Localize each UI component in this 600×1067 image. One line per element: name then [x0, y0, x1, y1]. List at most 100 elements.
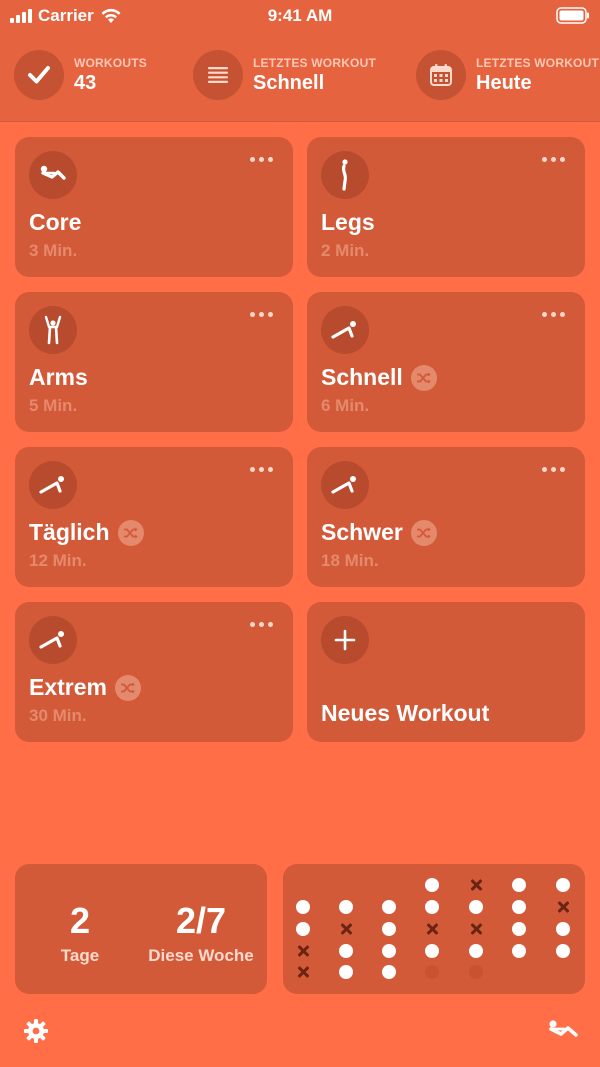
stats-header: WORKOUTS 43 LETZTES WORKOUT Schnell LETZ… [0, 32, 600, 122]
workout-day-dot [339, 900, 353, 914]
new-workout-label: Neues Workout [321, 700, 490, 726]
workout-title-text: Extrem [29, 674, 107, 700]
shuffle-icon [410, 364, 437, 391]
calendar-icon [416, 50, 466, 100]
workouts-label: WORKOUTS [74, 55, 147, 70]
new-workout-card[interactable]: Neues Workout [307, 602, 585, 742]
workout-day-dot [339, 944, 353, 958]
streak-summary: 2 Tage 2/7 Diese Woche [15, 864, 267, 994]
situp-icon [29, 151, 77, 199]
workout-card-taeglich[interactable]: Täglich 12 Min. [15, 447, 293, 587]
week-progress-value: 2/7 [175, 900, 227, 941]
workout-title-text: Schwer [321, 519, 403, 545]
streak-days-label: Tage [60, 946, 100, 965]
workout-title-text: Täglich [29, 519, 110, 545]
missed-day-mark [425, 922, 439, 936]
workout-day-dot [512, 944, 526, 958]
workout-card-extrem[interactable]: Extrem 30 Min. [15, 602, 293, 742]
workout-day-dot [425, 965, 439, 979]
week-progress-label: Diese Woche [148, 946, 254, 965]
workout-title-text: Schnell [321, 364, 403, 390]
workout-duration: 5 Min. [29, 396, 78, 415]
more-options-button[interactable] [250, 622, 273, 627]
workout-day-dot [556, 878, 570, 892]
workout-day-dot [556, 944, 570, 958]
workout-day-dot [382, 965, 396, 979]
plus-icon [321, 616, 369, 664]
situp-icon[interactable] [546, 1017, 580, 1045]
workout-day-dot [339, 965, 353, 979]
more-options-button[interactable] [250, 312, 273, 317]
workout-day-dot [296, 922, 310, 936]
workout-title: Schwer [321, 519, 437, 546]
workout-title: Täglich [29, 519, 144, 546]
status-time: 9:41 AM [267, 6, 333, 25]
more-options-button[interactable] [542, 157, 565, 162]
missed-day-mark [469, 878, 483, 892]
last-workout-stat[interactable]: LETZTES WORKOUT Schnell [193, 50, 376, 100]
workout-duration: 18 Min. [321, 551, 379, 570]
streak-days-value: 2 [69, 900, 91, 941]
workout-card-core[interactable]: Core 3 Min. [15, 137, 293, 277]
workout-day-dot [382, 900, 396, 914]
gear-icon[interactable] [23, 1018, 49, 1044]
shuffle-icon [114, 674, 141, 701]
workout-duration: 30 Min. [29, 706, 87, 725]
workout-day-dot [425, 878, 439, 892]
workout-duration: 3 Min. [29, 241, 78, 260]
last-workout-label: LETZTES WORKOUT [253, 55, 376, 70]
workout-title: Extrem [29, 674, 141, 701]
last-workout-date-stat[interactable]: LETZTES WORKOUT Heute [416, 50, 599, 100]
workout-day-dot [512, 922, 526, 936]
workout-card-schnell[interactable]: Schnell 6 Min. [307, 292, 585, 432]
workout-day-dot [425, 900, 439, 914]
workout-title: Schnell [321, 364, 437, 391]
workout-day-dot [382, 922, 396, 936]
pushup-icon [29, 461, 77, 509]
list-icon [193, 50, 243, 100]
missed-day-mark [296, 944, 310, 958]
more-options-button[interactable] [542, 312, 565, 317]
workout-title: Arms [29, 364, 88, 390]
workout-duration: 2 Min. [321, 241, 370, 260]
streak-days: 2 Tage [30, 900, 130, 966]
missed-day-mark [296, 965, 310, 979]
activity-calendar [283, 864, 585, 994]
battery-icon [556, 7, 589, 24]
workout-day-dot [512, 878, 526, 892]
workout-title: Core [29, 209, 82, 235]
last-workout-date-value: Heute [476, 71, 532, 94]
more-options-button[interactable] [250, 157, 273, 162]
workout-card-arms[interactable]: Arms 5 Min. [15, 292, 293, 432]
workout-day-dot [425, 944, 439, 958]
workout-card-legs[interactable]: Legs 2 Min. [307, 137, 585, 277]
workout-duration: 12 Min. [29, 551, 87, 570]
workout-title: Legs [321, 209, 375, 235]
status-bar: Carrier 9:41 AM [0, 0, 600, 32]
workout-day-dot [296, 900, 310, 914]
more-options-button[interactable] [250, 467, 273, 472]
workout-card-schwer[interactable]: Schwer 18 Min. [307, 447, 585, 587]
standing-figure-icon [321, 151, 369, 199]
pushup-icon [321, 461, 369, 509]
shuffle-icon [410, 519, 437, 546]
pushup-icon [29, 616, 77, 664]
more-options-button[interactable] [542, 467, 565, 472]
workout-day-dot [512, 900, 526, 914]
missed-day-mark [469, 922, 483, 936]
shuffle-icon [117, 519, 144, 546]
missed-day-mark [556, 900, 570, 914]
workout-duration: 6 Min. [321, 396, 370, 415]
workout-day-dot [556, 922, 570, 936]
workouts-value: 43 [74, 71, 97, 94]
workout-day-dot [469, 900, 483, 914]
pushup-icon [321, 306, 369, 354]
workout-count-stat[interactable]: WORKOUTS 43 [14, 50, 147, 100]
workout-day-dot [382, 944, 396, 958]
missed-day-mark [339, 922, 353, 936]
week-progress: 2/7 Diese Woche [145, 900, 257, 966]
checkmark-icon [14, 50, 64, 100]
workout-day-dot [469, 944, 483, 958]
last-workout-value: Schnell [253, 71, 325, 94]
arms-raised-figure-icon [29, 306, 77, 354]
